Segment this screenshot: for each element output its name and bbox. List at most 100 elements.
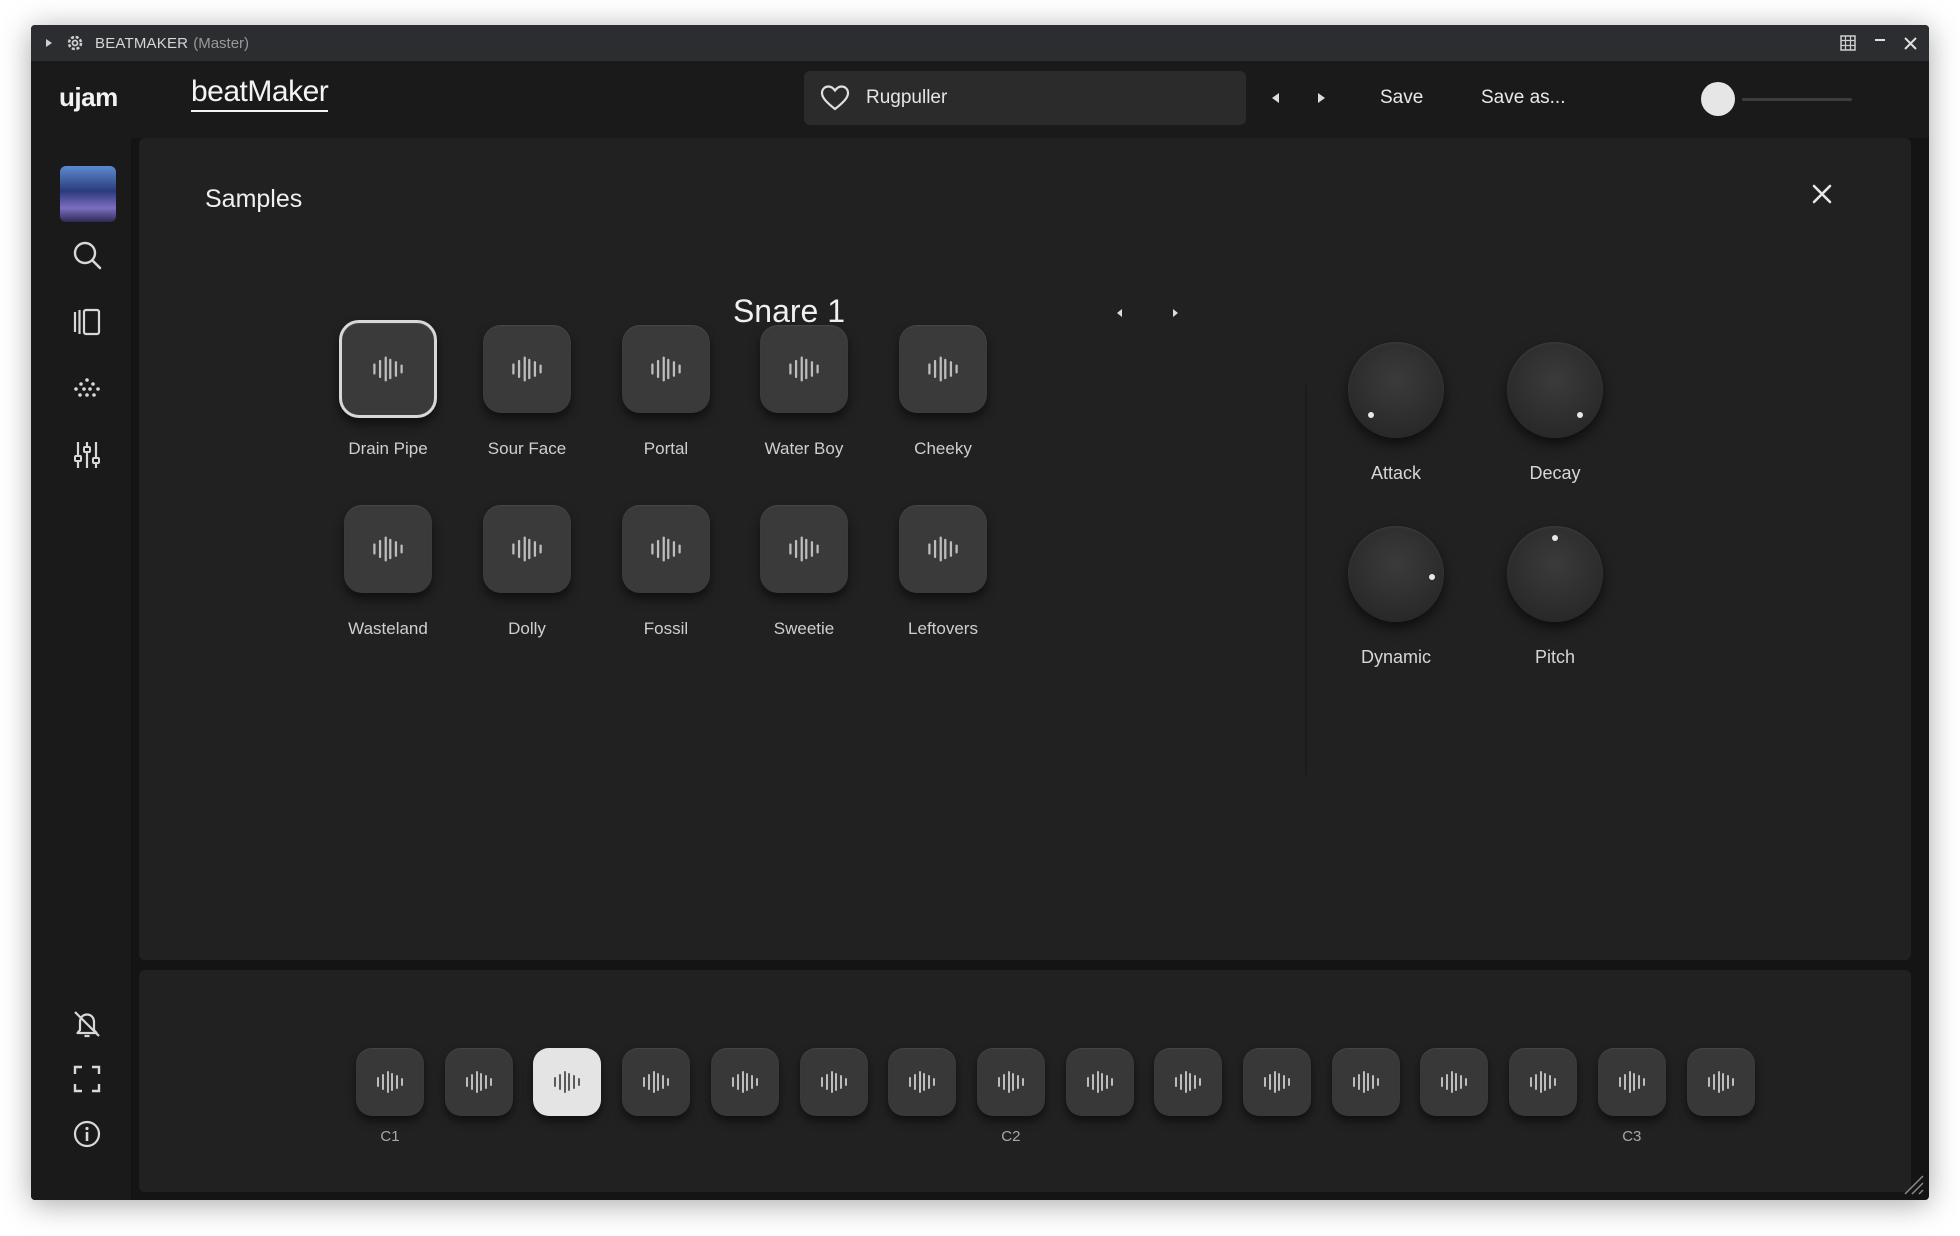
save-button[interactable]: Save: [1380, 87, 1423, 109]
sample-item[interactable]: Cheeky: [868, 325, 1018, 459]
waveform-icon: [1264, 1071, 1290, 1093]
gear-icon[interactable]: [65, 33, 85, 53]
sample-item[interactable]: Fossil: [591, 505, 741, 639]
sidebar-item-notifications[interactable]: [67, 1004, 107, 1044]
sample-label: Portal: [643, 439, 689, 458]
knob-pitch: Pitch: [1480, 526, 1630, 668]
sample-pad-button[interactable]: [483, 325, 571, 413]
fullscreen-icon: [73, 1065, 101, 1093]
waveform-icon: [512, 356, 542, 382]
pitch-knob[interactable]: [1507, 526, 1603, 622]
dots-pattern-icon: [74, 378, 100, 397]
master-volume-slider[interactable]: [1742, 98, 1852, 101]
waveform-icon: [928, 356, 958, 382]
sample-pad-button[interactable]: [760, 505, 848, 593]
sample-label: Drain Pipe: [348, 439, 428, 458]
sample-item[interactable]: Wasteland: [313, 505, 463, 639]
panel-title: Samples: [205, 185, 303, 213]
decay-knob[interactable]: [1507, 342, 1603, 438]
sample-pad-button[interactable]: [622, 505, 710, 593]
info-icon: [73, 1120, 101, 1148]
waveform-icon: [997, 1071, 1024, 1093]
sample-pad-button[interactable]: [760, 325, 848, 413]
grid-icon[interactable]: [1840, 35, 1856, 51]
key-pad-button[interactable]: [976, 1048, 1045, 1116]
waveform-icon: [377, 1071, 403, 1093]
sample-pad-button[interactable]: [339, 320, 437, 418]
sample-pad-button[interactable]: [483, 505, 571, 593]
knob-indicator: [1577, 412, 1584, 419]
key-pad-button[interactable]: [799, 1048, 868, 1116]
key-pad-button[interactable]: [1243, 1048, 1311, 1116]
sample-item[interactable]: Drain Pipe: [313, 320, 463, 459]
sample-pad-button[interactable]: [899, 325, 987, 413]
window-title: BEATMAKER: [95, 34, 189, 52]
preset-selector[interactable]: Rugpuller: [804, 71, 1246, 125]
close-window-icon[interactable]: [1904, 36, 1917, 50]
sample-item[interactable]: Water Boy: [729, 325, 879, 459]
panel-divider: [1305, 385, 1307, 775]
attack-knob[interactable]: [1348, 342, 1444, 438]
heart-icon[interactable]: [820, 84, 850, 112]
app-window: BEATMAKER (Master) ujam beatMaker Rugpul…: [31, 25, 1929, 1200]
key-pad-button[interactable]: [710, 1048, 779, 1116]
title-bar: BEATMAKER (Master): [31, 25, 1929, 61]
note-label: C2: [1001, 1128, 1021, 1145]
sample-pad-button[interactable]: [622, 325, 710, 413]
key-pad-button[interactable]: [1154, 1048, 1223, 1116]
key-pad-button[interactable]: [888, 1048, 957, 1116]
key-pad-button[interactable]: [1686, 1048, 1755, 1116]
key-pad-button[interactable]: [1420, 1048, 1489, 1116]
sidebar-item-pattern[interactable]: [67, 368, 107, 408]
beatmaker-logo: beatMaker: [191, 75, 329, 112]
prev-preset-arrow-icon[interactable]: [1269, 91, 1283, 105]
key-pad-button[interactable]: [1509, 1048, 1578, 1116]
note-label: C1: [380, 1128, 400, 1145]
sample-item[interactable]: Sweetie: [729, 505, 879, 639]
sample-item[interactable]: Dolly: [452, 505, 602, 639]
sample-label: Cheeky: [914, 439, 972, 458]
key-pad-button[interactable]: [1597, 1048, 1666, 1116]
next-preset-arrow-icon[interactable]: [1314, 91, 1328, 105]
sample-label: Wasteland: [348, 619, 428, 638]
key-pad-button[interactable]: [444, 1048, 513, 1116]
expand-arrow-icon[interactable]: [45, 39, 53, 47]
waveform-icon: [789, 356, 819, 382]
save-as-button[interactable]: Save as...: [1481, 87, 1566, 109]
waveform-icon: [651, 356, 681, 382]
waveform-icon: [1530, 1071, 1557, 1093]
waveform-icon: [1086, 1071, 1113, 1093]
key-pad-button[interactable]: [622, 1048, 691, 1116]
key-pad-button[interactable]: [1065, 1048, 1134, 1116]
waveform-icon: [909, 1071, 936, 1093]
key-pad-button[interactable]: [356, 1048, 424, 1116]
resize-grip-icon[interactable]: [1899, 1170, 1925, 1196]
sidebar-item-search[interactable]: [67, 235, 107, 275]
knob-label: Dynamic: [1360, 647, 1431, 667]
header-bar: ujam beatMaker Rugpuller Save Save as...: [31, 61, 1929, 138]
knob-indicator: [1367, 412, 1374, 419]
close-icon[interactable]: [1807, 179, 1837, 209]
dynamic-knob[interactable]: [1348, 526, 1444, 622]
master-volume-knob[interactable]: [1701, 82, 1735, 116]
sample-pad-button[interactable]: [899, 505, 987, 593]
sidebar-item-fullscreen[interactable]: [67, 1059, 107, 1099]
sample-item[interactable]: Leftovers: [868, 505, 1018, 639]
sample-pad-button[interactable]: [344, 505, 432, 593]
key-pad-button[interactable]: [1331, 1048, 1400, 1116]
next-instrument-arrow-icon[interactable]: [1168, 306, 1182, 320]
minimize-icon[interactable]: [1874, 37, 1886, 49]
window-controls: [1840, 25, 1917, 61]
sidebar-item-mixer[interactable]: [67, 435, 107, 475]
sample-item[interactable]: Sour Face: [452, 325, 602, 459]
prev-instrument-arrow-icon[interactable]: [1113, 306, 1127, 320]
key-pad-button[interactable]: [533, 1048, 602, 1116]
sample-label: Water Boy: [764, 439, 844, 458]
waveform-icon: [1707, 1071, 1734, 1093]
knob-indicator: [1428, 573, 1435, 580]
library-icon: [73, 308, 101, 336]
sidebar-item-info[interactable]: [67, 1114, 107, 1154]
sidebar-item-browser[interactable]: [67, 302, 107, 342]
sample-item[interactable]: Portal: [591, 325, 741, 459]
preset-cover-art[interactable]: [60, 166, 116, 222]
